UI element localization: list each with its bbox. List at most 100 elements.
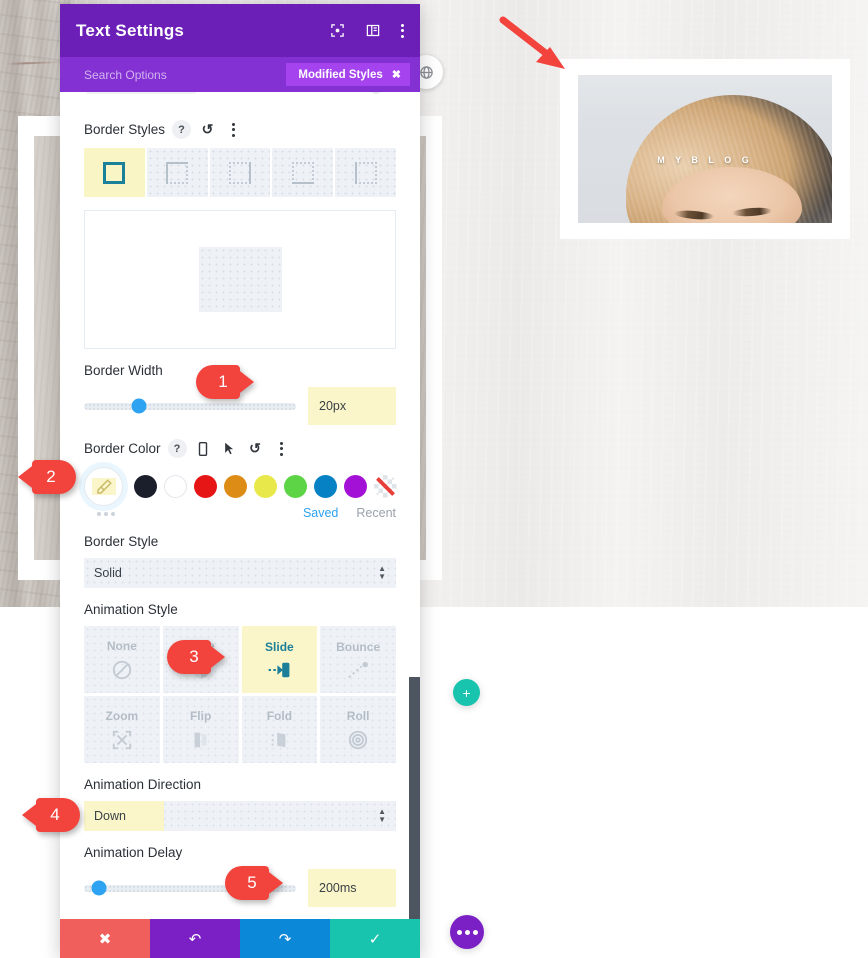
animation-cell-label: Fold [266,708,293,723]
swatch-transparent[interactable] [374,475,397,498]
swatch-black[interactable] [134,475,157,498]
close-icon[interactable]: ✖ [392,68,401,81]
border-width-slider[interactable] [84,398,296,414]
border-color-field: Border Color ? ↺ Saved Recent [84,425,397,520]
animation-delay-slider-knob[interactable] [91,880,107,896]
more-vertical-icon[interactable] [224,120,243,139]
globe-icon [419,65,433,79]
swatch-yellow[interactable] [254,475,277,498]
recent-colors-tab[interactable]: Recent [356,506,396,520]
blog-preview-card[interactable]: M Y B L O G [560,59,850,239]
no-entry-icon [112,660,132,679]
plus-icon: + [462,684,471,701]
add-module-button[interactable]: + [453,679,480,706]
save-button[interactable]: ✓ [330,919,420,958]
focus-icon[interactable] [330,23,345,38]
saved-colors-tab[interactable]: Saved [303,506,338,520]
search-input[interactable] [84,57,287,92]
help-icon[interactable]: ? [167,439,187,458]
border-style-bottom[interactable] [272,148,334,197]
fold-icon [272,732,286,747]
marker-number: 5 [247,873,257,892]
more-horizontal-icon [456,929,478,935]
animation-cell-label: Slide [265,639,294,654]
roll-icon [348,730,368,749]
animation-direction-select[interactable]: Down ▲ ▼ [84,801,396,831]
layout-columns-icon[interactable] [365,23,381,38]
panel-footer-actions: ✖ ↶ ↷ ✓ [60,919,420,958]
animation-style-field: Animation Style None Fade [84,588,396,763]
border-right-icon [228,161,251,184]
border-style-field: Border Style Solid ▲ ▼ [84,520,396,588]
cancel-button[interactable]: ✖ [60,919,150,958]
marker-5: 5 [225,866,283,900]
marker-2: 2 [18,460,76,494]
help-icon[interactable]: ? [172,120,192,139]
mobile-icon[interactable] [194,439,213,458]
border-style-select[interactable]: Solid ▲ ▼ [84,558,396,588]
border-styles-options [84,148,396,197]
cursor-icon[interactable] [220,439,239,458]
panel-header: Text Settings [60,4,420,57]
animation-cell-bounce[interactable]: Bounce [320,626,396,693]
builder-menu-button[interactable] [450,915,484,949]
modified-styles-badge[interactable]: Modified Styles ✖ [286,63,410,86]
animation-cell-flip[interactable]: Flip [162,696,239,763]
border-color-swatches [84,467,397,506]
border-style-right[interactable] [209,148,271,197]
check-icon: ✓ [368,930,382,948]
reset-icon[interactable]: ↺ [246,439,265,458]
animation-cell-zoom[interactable]: Zoom [84,696,160,763]
marker-number: 4 [50,805,60,824]
animation-cell-roll[interactable]: Roll [320,696,396,763]
swatch-green[interactable] [284,475,307,498]
animation-delay-value[interactable]: 200ms [308,869,396,907]
swatch-red[interactable] [194,475,217,498]
undo-icon: ↶ [188,930,202,948]
border-style-all-sides[interactable] [84,148,145,197]
more-vertical-icon[interactable] [401,23,404,38]
screenshot-root: M Y B L O G + Text Settings Search Optio… [0,0,868,958]
close-icon: ✖ [98,930,112,948]
panel-body: Border Styles ? ↺ Border Width 20px Bord… [60,92,420,919]
border-style-label: Border Style [84,534,159,549]
stone-crack [5,61,63,65]
panel-scrollbar-thumb[interactable] [409,677,420,919]
eyedropper-icon [96,478,112,494]
border-width-value[interactable]: 20px [308,387,396,425]
border-color-label-row: Border Color ? ↺ [84,439,396,458]
color-tabs: Saved Recent [84,506,396,520]
border-width-label: Border Width [84,363,163,378]
panel-title: Text Settings [76,20,185,40]
swatch-purple[interactable] [344,475,367,498]
modified-styles-label: Modified Styles [298,68,383,81]
chevron-updown-icon: ▲ ▼ [378,564,386,581]
animation-style-grid: None Fade Slide [84,626,396,763]
animation-cell-label: None [106,638,137,653]
animation-direction-label: Animation Direction [84,777,202,792]
swatch-orange[interactable] [224,475,247,498]
border-style-top-left[interactable] [146,148,208,197]
reset-icon[interactable]: ↺ [198,120,217,139]
redo-icon: ↷ [278,930,292,948]
border-width-slider-knob[interactable] [131,398,147,414]
border-style-left[interactable] [335,148,396,197]
swatch-blue[interactable] [314,475,337,498]
zoom-icon [112,730,132,749]
redo-button[interactable]: ↷ [240,919,330,958]
eyedropper-picker-button[interactable] [84,467,123,506]
blog-title-text: M Y B L O G [657,155,753,165]
pointer-arrow-icon [499,16,565,69]
undo-button[interactable]: ↶ [150,919,240,958]
swatch-white[interactable] [164,475,187,498]
marker-3: 3 [167,640,225,674]
animation-cell-none[interactable]: None [84,626,160,693]
scrolled-off-row [84,92,396,106]
panel-search-bar: Modified Styles ✖ [60,57,420,92]
animation-cell-label: Flip [189,708,212,723]
border-left-icon [354,161,377,184]
animation-cell-fold[interactable]: Fold [241,696,318,763]
flip-icon [194,732,207,747]
animation-cell-slide[interactable]: Slide [241,626,318,693]
more-vertical-icon[interactable] [272,439,291,458]
